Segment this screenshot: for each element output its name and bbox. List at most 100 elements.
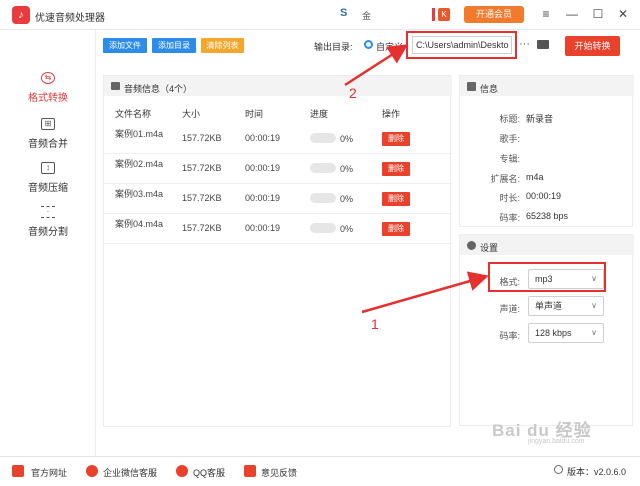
settings-header: 设置 xyxy=(460,235,634,255)
file-time: 00:00:19 xyxy=(245,193,281,203)
info-header: 信息 xyxy=(460,76,634,96)
start-convert-button[interactable]: 开始转换 xyxy=(565,36,620,56)
split-icon: · xyxy=(41,206,55,218)
wechat-service-link[interactable]: 企业微信客服 xyxy=(103,466,157,479)
wechat-icon xyxy=(86,465,98,477)
progress-text: 0% xyxy=(340,164,354,174)
chevron-down-icon: ∨ xyxy=(591,301,597,310)
vip-button[interactable]: 开通会员 xyxy=(464,6,524,23)
progress-text: 0% xyxy=(340,134,354,144)
annotation-number-2: 2 xyxy=(349,85,357,101)
custom-dir-label: 自定义 xyxy=(376,42,404,52)
menu-icon[interactable]: ≡ xyxy=(537,5,555,23)
bitrate-select[interactable]: 128 kbps ∨ xyxy=(528,323,604,343)
sidebar-item-audio-merge[interactable]: ⊞ 音频合并 xyxy=(0,118,96,158)
info-value-title: 新录音 xyxy=(526,114,554,124)
notify-icon xyxy=(432,8,435,21)
user-name[interactable]: 金 xyxy=(362,9,371,22)
gear-icon xyxy=(467,241,476,250)
qq-icon xyxy=(176,465,188,477)
chevron-down-icon: ∨ xyxy=(591,328,597,337)
version-text: 版本：v2.0.6.0 xyxy=(567,467,627,477)
sidebar-item-label: 音频合并 xyxy=(28,139,68,150)
custom-dir-radio[interactable] xyxy=(364,40,373,49)
info-key-album: 专辑: xyxy=(499,154,520,164)
info-value-bitrate: 65238 bps xyxy=(526,211,569,221)
file-name: 案例02.m4a xyxy=(115,159,164,169)
info-key-artist: 歌手: xyxy=(499,134,520,144)
file-time: 00:00:19 xyxy=(245,163,281,173)
col-size: 大小 xyxy=(182,109,201,119)
minimize-icon[interactable]: — xyxy=(563,5,581,23)
progress-bar xyxy=(310,223,336,233)
file-name: 案例01.m4a xyxy=(115,129,164,139)
delete-button[interactable]: 删除 xyxy=(382,222,410,236)
file-name: 案例04.m4a xyxy=(115,219,164,229)
table-row: 案例04.m4a 157.72KB 00:00:19 0% 删除 xyxy=(104,214,452,244)
output-path-input[interactable]: C:\Users\admin\Deskto xyxy=(412,36,512,54)
file-size: 157.72KB xyxy=(182,163,222,173)
info-value-extension: m4a xyxy=(526,172,544,182)
qq-service-link[interactable]: QQ客服 xyxy=(193,466,225,479)
col-progress: 进度 xyxy=(310,109,329,119)
sidebar-item-label: 音频压缩 xyxy=(28,183,68,194)
channel-select-value: 单声道 xyxy=(535,301,563,311)
app-logo-icon: ♪ xyxy=(12,6,30,24)
official-site-link[interactable]: 官方网址 xyxy=(31,466,67,479)
user-badge-icon: S xyxy=(340,7,348,19)
folder-icon[interactable] xyxy=(537,40,549,49)
progress-bar xyxy=(310,163,336,173)
delete-button[interactable]: 删除 xyxy=(382,132,410,146)
col-action: 操作 xyxy=(382,109,401,119)
baidu-watermark-url: jingyan.baidu.com xyxy=(528,438,585,445)
delete-button[interactable]: 删除 xyxy=(382,162,410,176)
delete-button[interactable]: 删除 xyxy=(382,192,410,206)
file-time: 00:00:19 xyxy=(245,133,281,143)
add-folder-button[interactable]: 添加目录 xyxy=(152,38,196,53)
update-icon xyxy=(554,465,563,474)
compress-icon: ↕ xyxy=(41,162,55,174)
more-options-button[interactable]: ··· xyxy=(519,38,530,50)
bitrate-label: 码率: xyxy=(499,331,520,341)
info-value-duration: 00:00:19 xyxy=(526,191,562,201)
close-icon[interactable]: ✕ xyxy=(614,5,632,23)
add-file-button[interactable]: 添加文件 xyxy=(103,38,147,53)
file-size: 157.72KB xyxy=(182,133,222,143)
sidebar-item-label: 格式转换 xyxy=(28,93,68,104)
file-time: 00:00:19 xyxy=(245,223,281,233)
maximize-icon[interactable]: ☐ xyxy=(589,5,607,23)
info-key-bitrate: 码率: xyxy=(499,213,520,223)
image-icon xyxy=(467,82,476,91)
sidebar-item-label: 音频分割 xyxy=(28,227,68,238)
image-icon xyxy=(111,82,120,90)
feedback-link[interactable]: 意见反馈 xyxy=(261,466,297,479)
info-key-duration: 时长: xyxy=(499,193,520,203)
table-row: 案例01.m4a 157.72KB 00:00:19 0% 删除 xyxy=(104,124,452,154)
sidebar-item-audio-split[interactable]: · 音频分割 xyxy=(0,206,96,246)
annotation-number-1: 1 xyxy=(371,316,379,332)
col-filename: 文件名称 xyxy=(115,109,152,119)
footer: 官方网址 企业微信客服 QQ客服 意见反馈 xyxy=(0,456,640,486)
settings-title: 设置 xyxy=(480,243,499,253)
crown-icon: K xyxy=(438,8,450,21)
sidebar-item-audio-compress[interactable]: ↕ 音频压缩 xyxy=(0,162,96,202)
progress-bar xyxy=(310,193,336,203)
website-icon xyxy=(12,465,24,477)
audio-list-panel: 音频信息（4个） 文件名称 大小 时间 进度 操作 案例01.m4a 157.7… xyxy=(103,75,452,427)
title-bar: ♪ 优速音频处理器 S 金 K 开通会员 ≡ — ☐ ✕ xyxy=(0,0,640,30)
app-title: 优速音频处理器 xyxy=(35,13,105,24)
convert-icon: ⇆ xyxy=(41,72,55,84)
file-size: 157.72KB xyxy=(182,193,222,203)
col-time: 时间 xyxy=(245,109,264,119)
info-panel: 信息 标题: 新录音 歌手: 专辑: 扩展名: m4a 时长: 00:00:19… xyxy=(459,75,634,227)
output-dir-label: 输出目录: xyxy=(314,42,353,52)
merge-icon: ⊞ xyxy=(41,118,55,130)
bitrate-select-value: 128 kbps xyxy=(535,328,572,338)
channel-select[interactable]: 单声道 ∨ xyxy=(528,296,604,316)
table-row: 案例02.m4a 157.72KB 00:00:19 0% 删除 xyxy=(104,154,452,184)
annotation-box-format xyxy=(488,262,606,292)
progress-text: 0% xyxy=(340,224,354,234)
sidebar: ⇆ 格式转换 ⊞ 音频合并 ↕ 音频压缩 · 音频分割 xyxy=(0,30,96,456)
sidebar-item-format-convert[interactable]: ⇆ 格式转换 xyxy=(0,72,96,112)
clear-list-button[interactable]: 清除列表 xyxy=(201,38,244,53)
